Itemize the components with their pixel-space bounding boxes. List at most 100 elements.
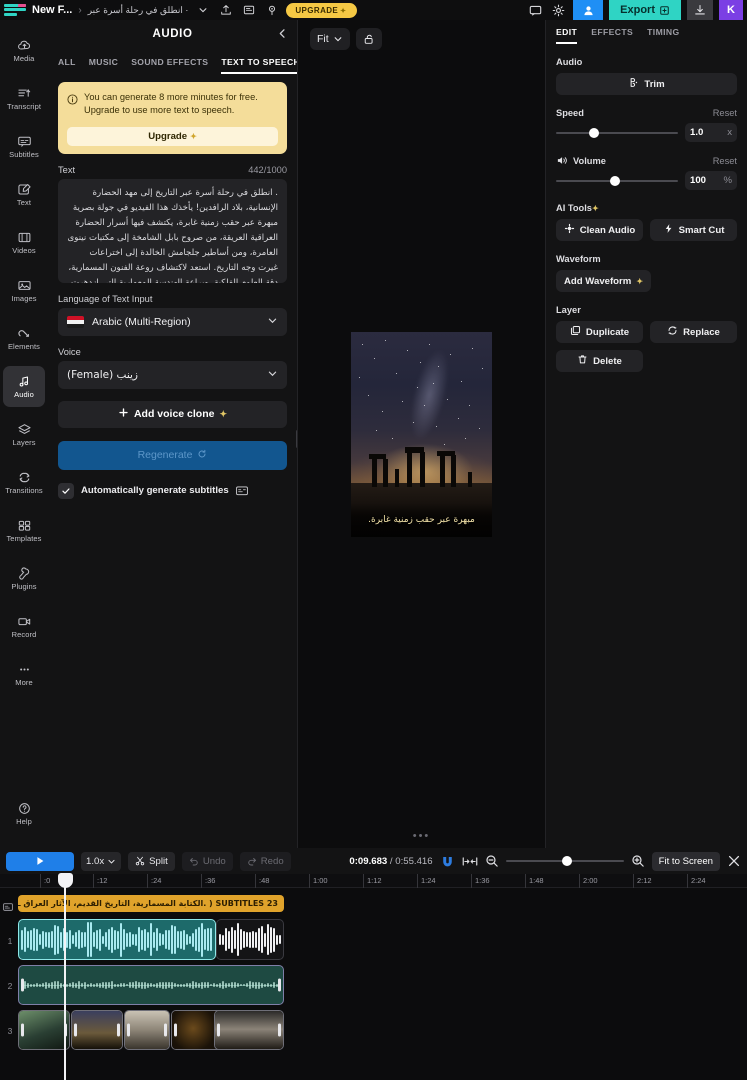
upgrade-button[interactable]: Upgrade ✦ [67,126,278,146]
subtitles-clip[interactable]: 23 SUBTITLES ( .الكتابة المسمارية، التار… [18,895,284,912]
video-clip[interactable] [71,1010,123,1050]
delete-button[interactable]: Delete [556,350,643,372]
sidebar-item-subtitles[interactable]: Subtitles [3,126,45,167]
sidebar-item-audio[interactable]: Audio [3,366,45,407]
sidebar-item-transcript[interactable]: Transcript [3,78,45,119]
magnet-icon[interactable] [440,855,455,868]
tab-music[interactable]: MUSIC [89,57,118,74]
subtitle-overlay[interactable]: مبهرة عبر حقب زمنية غابرة. [351,502,492,537]
duplicate-button[interactable]: Duplicate [556,321,643,343]
playhead-handle[interactable] [57,873,73,888]
close-icon[interactable] [727,854,741,868]
voice-select[interactable]: زينب (Female) [58,360,287,389]
audio-clip[interactable] [216,919,284,960]
redo-button[interactable]: Redo [239,851,291,871]
timeline-zoom-slider[interactable] [505,855,624,867]
zoom-slider-knob[interactable] [562,856,573,866]
fit-to-screen-button[interactable]: Fit to Screen [651,851,720,871]
sidebar-item-more[interactable]: More [3,654,45,695]
chevron-down-icon[interactable] [194,3,211,18]
video-clip[interactable] [124,1010,170,1050]
stage-drag-handle[interactable]: ••• [298,830,545,842]
clip-handle-left[interactable] [74,1023,77,1037]
audio-clip-selected[interactable] [18,919,216,960]
clean-audio-button[interactable]: Clean Audio [556,219,643,241]
sidebar-item-record[interactable]: Record [3,606,45,647]
download-button[interactable] [687,0,713,20]
sidebar-item-elements[interactable]: Elements [3,318,45,359]
sidebar-item-transitions[interactable]: Transitions [3,462,45,503]
tab-all[interactable]: ALL [58,57,76,74]
sidebar-item-images[interactable]: Images [3,270,45,311]
split-button[interactable]: Split [128,851,175,871]
fit-mode-select[interactable]: Fit [310,28,350,50]
avatar[interactable]: K [719,0,743,20]
playback-speed-select[interactable]: 1.0x [81,851,122,871]
zoom-out-icon[interactable] [485,854,499,868]
breadcrumb-arabic[interactable]: · انطلق في رحلة أسرة عبر [88,5,189,16]
timeline-ruler[interactable]: :0 :12 :24 :36 :48 1:00 1:12 1:24 1:36 1… [0,874,747,888]
video-preview-canvas[interactable]: مبهرة عبر حقب زمنية غابرة. [351,331,492,537]
logo-icon[interactable] [4,3,26,17]
fit-selection-icon[interactable] [462,855,478,868]
smart-cut-button[interactable]: Smart Cut [650,219,737,241]
sidebar-item-layers[interactable]: Layers [3,414,45,455]
sidebar-item-text[interactable]: Text [3,174,45,215]
clip-handle-right[interactable] [164,1023,167,1037]
export-button[interactable]: Export [609,0,681,20]
add-waveform-button[interactable]: Add Waveform ✦ [556,270,651,292]
sidebar-item-templates[interactable]: Templates [3,510,45,551]
tab-effects[interactable]: EFFECTS [591,27,633,44]
speed-slider[interactable] [556,127,678,139]
clip-handle-left[interactable] [127,1023,130,1037]
sidebar-item-media[interactable]: Media [3,30,45,71]
speed-slider-knob[interactable] [588,127,599,138]
tab-sound-effects[interactable]: SOUND EFFECTS [131,57,208,74]
clip-handle-right[interactable] [278,978,281,992]
language-select[interactable]: Arabic (Multi-Region) [58,307,287,336]
add-voice-clone-button[interactable]: Add voice clone ✦ [58,400,287,428]
video-clip[interactable] [214,1010,284,1050]
present-icon[interactable] [240,3,257,18]
timeline[interactable]: 23 SUBTITLES ( .الكتابة المسمارية، التار… [0,888,747,1080]
video-clip[interactable] [18,1010,70,1050]
gear-icon[interactable] [550,3,567,18]
aspect-lock-button[interactable] [355,28,382,50]
volume-slider-knob[interactable] [609,175,620,186]
upgrade-badge[interactable]: UPGRADE ✦ [286,2,358,18]
play-button[interactable] [6,851,74,871]
playhead[interactable] [64,876,66,1080]
text-to-speech-input[interactable]: . انطلق في رحلة أسرة عبر التاريخ إلى مهد… [58,178,287,283]
tab-timing[interactable]: TIMING [647,27,679,44]
replace-button[interactable]: Replace [650,321,737,343]
volume-slider[interactable] [556,175,678,187]
clip-handle-left[interactable] [21,1023,24,1037]
tab-edit[interactable]: EDIT [556,27,578,44]
clip-handle-right[interactable] [117,1023,120,1037]
music-clip[interactable] [18,965,284,1005]
auto-generate-subtitles-row[interactable]: Automatically generate subtitles [58,482,287,499]
comment-icon[interactable] [527,3,544,18]
sidebar-item-help[interactable]: Help [3,793,45,834]
undo-button[interactable]: Undo [181,851,233,871]
project-name[interactable]: New F... [32,4,72,16]
volume-value-field[interactable]: 100 % [685,171,737,190]
clip-handle-left[interactable] [174,1023,177,1037]
zoom-in-icon[interactable] [631,854,645,868]
collapse-panel-button[interactable] [273,24,291,42]
clip-handle-left[interactable] [217,1023,220,1037]
tab-text-to-speech[interactable]: TEXT TO SPEECH [221,57,297,74]
clip-handle-right[interactable] [278,1023,281,1037]
auto-subtitles-checkbox[interactable] [58,482,74,499]
regenerate-button[interactable]: Regenerate [58,440,287,470]
trim-button[interactable]: Trim [556,73,737,95]
sidebar-item-plugins[interactable]: Plugins [3,558,45,599]
clip-handle-left[interactable] [21,978,24,992]
invite-user-button[interactable] [573,0,604,20]
sidebar-item-videos[interactable]: Videos [3,222,45,263]
speed-value-field[interactable]: 1.0 x [685,123,737,142]
speed-reset-button[interactable]: Reset [713,108,737,118]
upload-icon[interactable] [217,3,234,18]
volume-reset-button[interactable]: Reset [713,156,737,166]
pin-icon[interactable] [263,3,280,18]
